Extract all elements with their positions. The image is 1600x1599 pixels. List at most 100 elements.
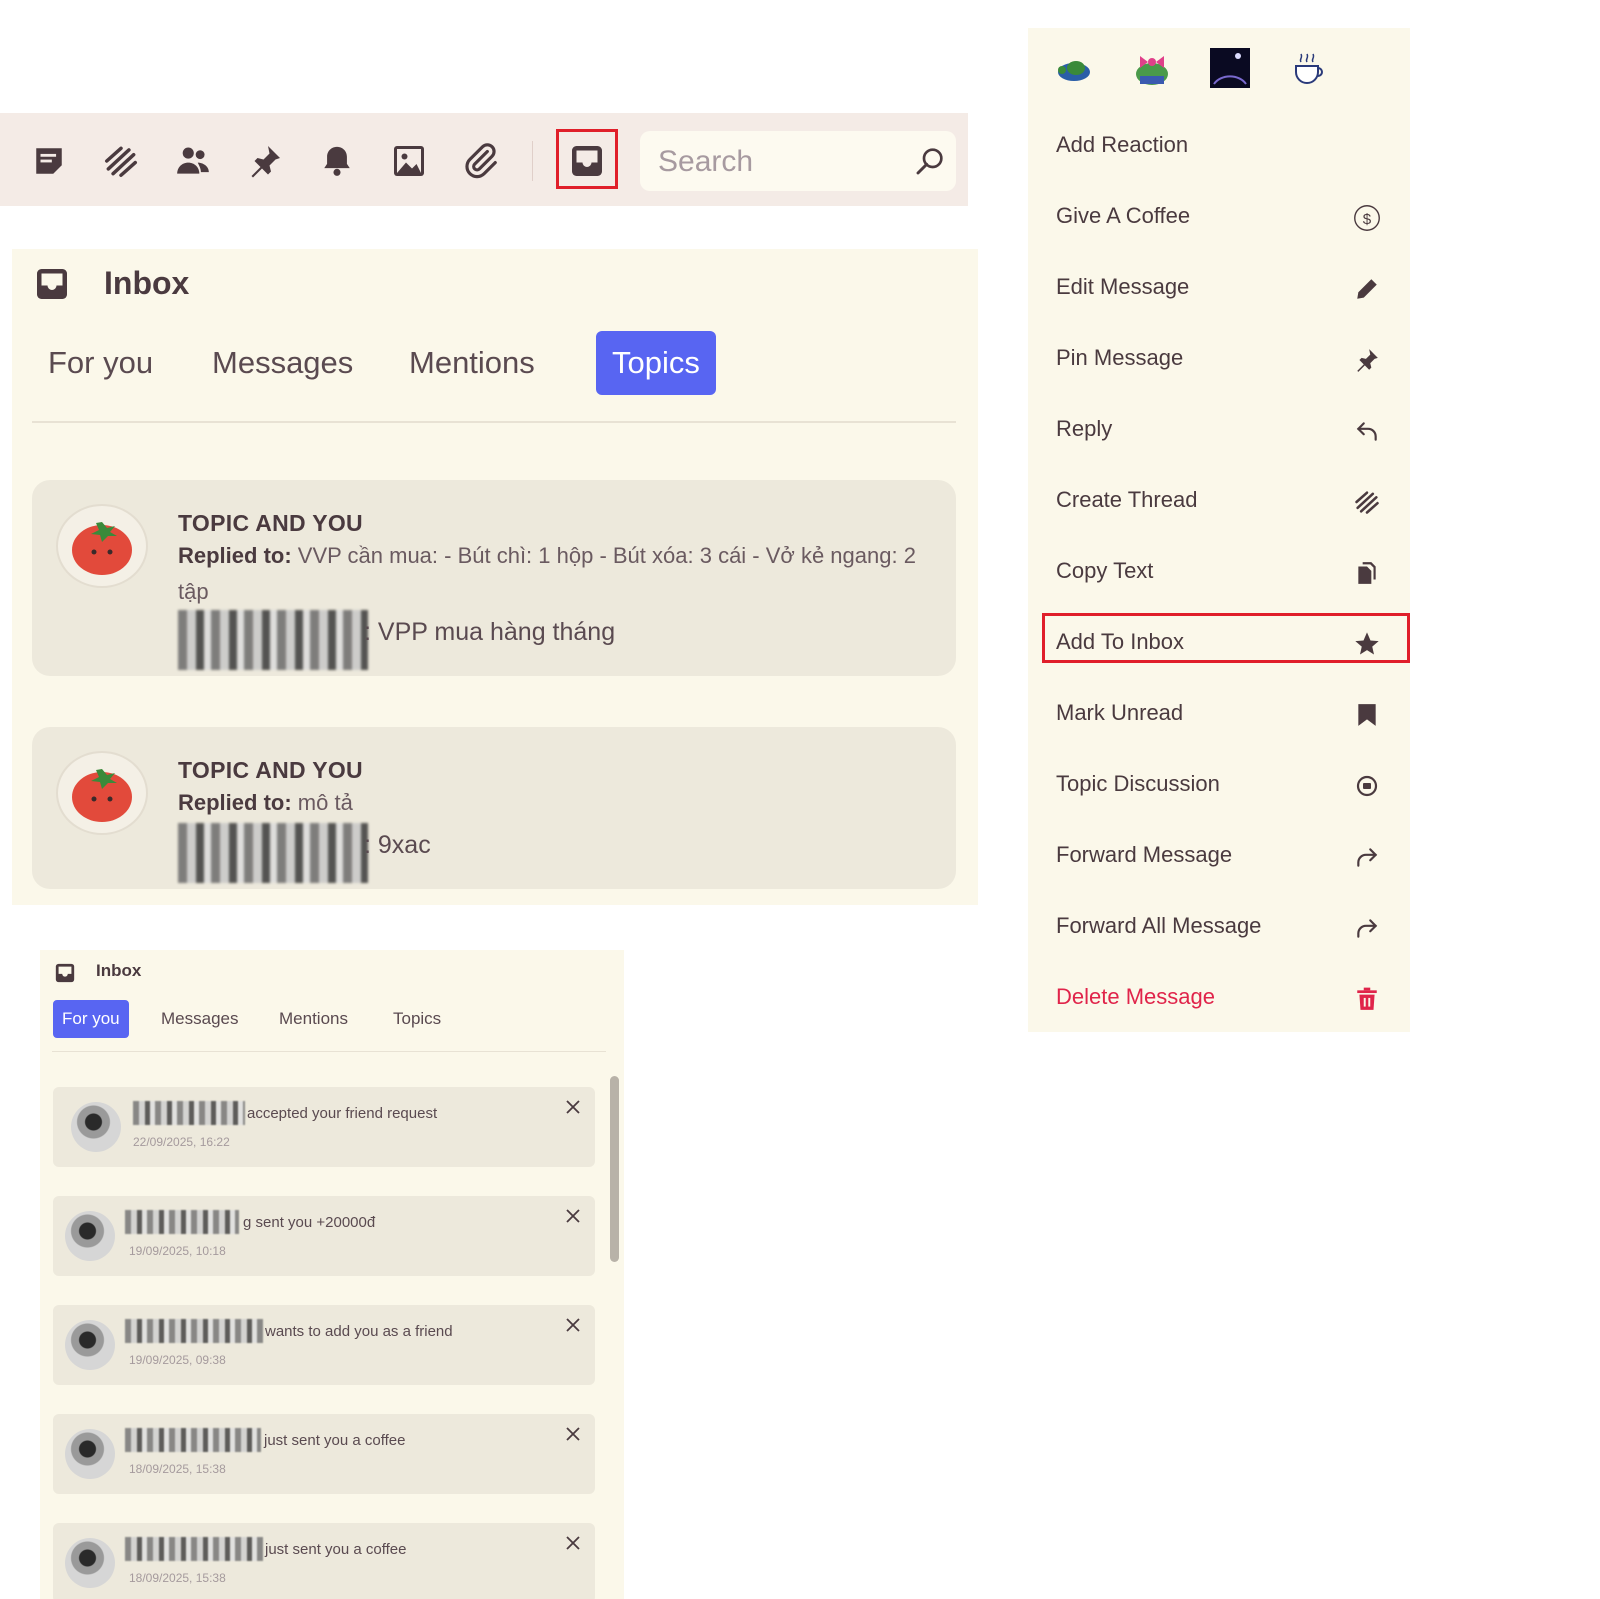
reply-prefix: Replied to:	[178, 790, 292, 815]
menu-create-thread[interactable]: Create Thread	[1028, 471, 1410, 533]
tabs-divider	[52, 1051, 606, 1052]
tab-for-you[interactable]: For you	[32, 331, 169, 395]
close-icon[interactable]	[561, 1531, 585, 1555]
avatar	[65, 1320, 115, 1370]
inbox-panel-large: Inbox For you Messages Mentions Topics T…	[12, 249, 978, 905]
menu-forward-all-message[interactable]: Forward All Message	[1028, 897, 1410, 959]
avatar	[56, 751, 148, 835]
frog-bow-emoji[interactable]	[1132, 48, 1172, 88]
close-icon[interactable]	[561, 1313, 585, 1337]
turtle-emoji[interactable]	[1054, 48, 1094, 88]
coffee-emoji[interactable]	[1288, 48, 1328, 88]
threads-icon[interactable]	[101, 141, 141, 181]
menu-give-a-coffee[interactable]: Give A Coffee $	[1028, 187, 1410, 249]
attachment-icon[interactable]	[461, 141, 501, 181]
close-icon[interactable]	[561, 1422, 585, 1446]
topic-reply: Replied to: VVP cần mua: - Bút chì: 1 hộ…	[178, 538, 938, 610]
members-icon[interactable]	[173, 141, 213, 181]
svg-text:$: $	[1363, 211, 1372, 228]
menu-label: Topic Discussion	[1056, 771, 1220, 796]
moon-night-emoji[interactable]	[1210, 48, 1250, 88]
menu-mark-unread[interactable]: Mark Unread	[1028, 684, 1410, 746]
tab-topics[interactable]: Topics	[596, 331, 716, 395]
notification-time: 19/09/2025, 10:18	[129, 1244, 226, 1258]
search-input[interactable]	[656, 141, 910, 183]
menu-delete-message[interactable]: Delete Message	[1028, 968, 1410, 1030]
menu-label: Mark Unread	[1056, 700, 1184, 725]
avatar	[56, 504, 148, 588]
menu-label: Forward Message	[1056, 842, 1233, 867]
avatar	[71, 1102, 121, 1152]
inbox-icon	[34, 266, 70, 302]
menu-edit-message[interactable]: Edit Message	[1028, 258, 1410, 320]
redacted-username	[125, 1537, 263, 1561]
pin-icon[interactable]	[245, 141, 285, 181]
menu-label: Copy Text	[1056, 558, 1154, 583]
tabs-divider	[32, 421, 956, 423]
channel-toolbar	[0, 113, 968, 206]
topic-icon	[1352, 771, 1382, 801]
inbox-title: Inbox	[104, 265, 190, 301]
tab-messages[interactable]: Messages	[196, 331, 369, 395]
menu-add-to-inbox[interactable]: Add To Inbox	[1028, 613, 1410, 675]
topic-title: TOPIC AND YOU	[178, 510, 363, 536]
search-icon[interactable]	[914, 145, 946, 177]
topic-card[interactable]: TOPIC AND YOU Replied to: mô tả : 9xac	[32, 727, 956, 889]
menu-label: Forward All Message	[1056, 913, 1262, 938]
tab-messages[interactable]: Messages	[152, 1000, 247, 1038]
notification-text: wants to add you as a friend	[265, 1323, 453, 1340]
topic-reply: Replied to: mô tả	[178, 785, 938, 821]
thread-icon	[1352, 487, 1382, 517]
menu-pin-message[interactable]: Pin Message	[1028, 329, 1410, 391]
redacted-sender-name	[178, 823, 368, 883]
reply-text: mô tả	[297, 790, 353, 815]
menu-label: Reply	[1056, 416, 1113, 441]
notification-time: 22/09/2025, 16:22	[133, 1135, 230, 1149]
copy-icon	[1352, 558, 1382, 588]
redacted-username	[125, 1210, 239, 1234]
forward-icon	[1352, 842, 1382, 872]
close-icon[interactable]	[561, 1204, 585, 1228]
menu-label: Give A Coffee	[1056, 203, 1191, 228]
image-icon[interactable]	[389, 141, 429, 181]
inbox-panel-small: Inbox For you Messages Mentions Topics a…	[40, 950, 624, 1599]
tab-mentions[interactable]: Mentions	[270, 1000, 357, 1038]
topic-title: TOPIC AND YOU	[178, 757, 363, 783]
star-icon	[1352, 629, 1382, 659]
topic-message: : 9xac	[364, 831, 431, 859]
dollar-icon: $	[1352, 203, 1382, 233]
redacted-username	[125, 1319, 263, 1343]
inbox-title: Inbox	[96, 961, 142, 980]
tab-mentions[interactable]: Mentions	[393, 331, 551, 395]
menu-add-reaction[interactable]: Add Reaction	[1028, 116, 1410, 178]
avatar	[65, 1211, 115, 1261]
notification-text: accepted your friend request	[247, 1105, 438, 1122]
reply-prefix: Replied to:	[178, 543, 292, 568]
menu-topic-discussion[interactable]: Topic Discussion	[1028, 755, 1410, 817]
close-icon[interactable]	[561, 1095, 585, 1119]
notification-item[interactable]: just sent you a coffee 18/09/2025, 15:38	[53, 1523, 595, 1599]
menu-label: Delete Message	[1056, 984, 1215, 1009]
notification-item[interactable]: wants to add you as a friend 19/09/2025,…	[53, 1305, 595, 1385]
scrollbar[interactable]	[610, 1076, 619, 1262]
notification-time: 18/09/2025, 15:38	[129, 1571, 226, 1585]
menu-forward-message[interactable]: Forward Message	[1028, 826, 1410, 888]
pin-icon	[1352, 345, 1382, 375]
reply-icon	[1352, 416, 1382, 446]
topic-card[interactable]: TOPIC AND YOU Replied to: VVP cần mua: -…	[32, 480, 956, 676]
notification-item[interactable]: accepted your friend request 22/09/2025,…	[53, 1087, 595, 1167]
notification-item[interactable]: g sent you +20000đ 19/09/2025, 10:18	[53, 1196, 595, 1276]
notification-item[interactable]: just sent you a coffee 18/09/2025, 15:38	[53, 1414, 595, 1494]
notes-icon[interactable]	[29, 141, 69, 181]
message-context-menu: Add Reaction Give A Coffee $ Edit Messag…	[1028, 28, 1410, 1032]
menu-reply[interactable]: Reply	[1028, 400, 1410, 462]
menu-label: Edit Message	[1056, 274, 1190, 299]
toolbar-divider	[532, 141, 533, 181]
tab-for-you[interactable]: For you	[53, 1000, 129, 1038]
inbox-icon	[54, 962, 76, 984]
redacted-username	[125, 1428, 261, 1452]
tab-topics[interactable]: Topics	[384, 1000, 450, 1038]
menu-copy-text[interactable]: Copy Text	[1028, 542, 1410, 604]
bell-icon[interactable]	[317, 141, 357, 181]
avatar	[65, 1538, 115, 1588]
